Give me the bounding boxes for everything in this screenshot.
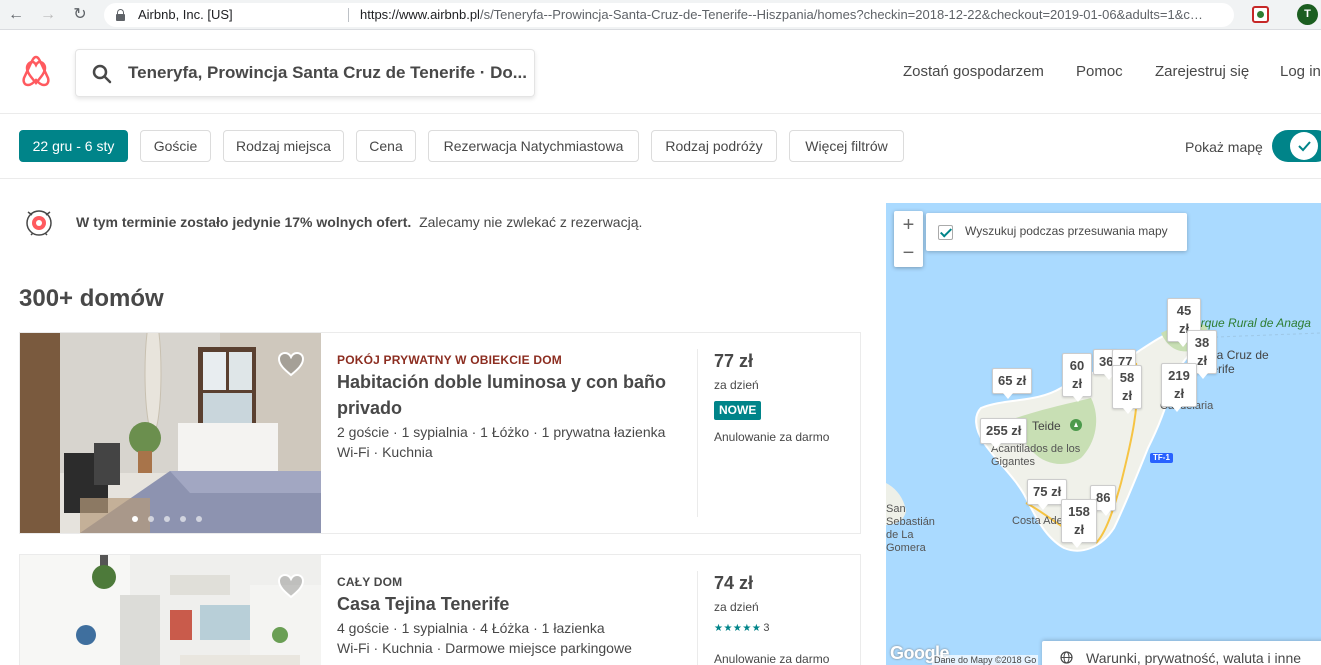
pagination-dot[interactable] bbox=[132, 516, 138, 522]
price-marker[interactable]: 60 zł bbox=[1062, 353, 1092, 402]
trip-type-filter-button[interactable]: Rodzaj podróży bbox=[651, 130, 777, 162]
listing-type: CAŁY DOM bbox=[337, 575, 403, 589]
new-badge: NOWE bbox=[714, 401, 762, 420]
pagination-dot[interactable] bbox=[164, 516, 170, 522]
price-unit: za dzień bbox=[714, 378, 759, 392]
free-cancellation: Anulowanie za darmo bbox=[714, 430, 830, 444]
extension-icon[interactable] bbox=[1252, 6, 1269, 23]
more-filters-button[interactable]: Więcej filtrów bbox=[789, 130, 904, 162]
listing-card[interactable]: CAŁY DOM Casa Tejina Tenerife 4 goście ·… bbox=[19, 554, 861, 665]
zoom-controls: + − bbox=[894, 211, 923, 267]
zoom-out-button[interactable]: − bbox=[894, 239, 923, 267]
map-panel[interactable]: Parque Rural de Anaga Santa Cruz de Tene… bbox=[886, 203, 1321, 665]
listing-card[interactable]: POKÓJ PRYWATNY W OBIEKCIE DOM Habitación… bbox=[19, 332, 861, 534]
site-identity: Airbnb, Inc. [US] bbox=[138, 7, 233, 22]
price-filter-button[interactable]: Cena bbox=[356, 130, 416, 162]
location-search[interactable]: Teneryfa, Prowincja Santa Cruz de Teneri… bbox=[75, 49, 535, 97]
reload-icon[interactable]: ↻ bbox=[70, 5, 90, 25]
price-unit: za dzień bbox=[714, 600, 759, 614]
price-marker[interactable]: 255 zł bbox=[980, 418, 1028, 449]
sign-up-link[interactable]: Zarejestruj się bbox=[1155, 63, 1249, 80]
pagination-dot[interactable] bbox=[148, 516, 154, 522]
terms-link[interactable]: Warunki, prywatność, waluta i inne bbox=[1086, 650, 1301, 665]
log-in-link[interactable]: Log in bbox=[1280, 63, 1321, 80]
profile-avatar[interactable]: T bbox=[1297, 4, 1318, 25]
browser-toolbar: ← → ↻ Airbnb, Inc. [US] https://www.airb… bbox=[0, 0, 1321, 30]
search-input[interactable]: Teneryfa, Prowincja Santa Cruz de Teneri… bbox=[128, 50, 528, 96]
rating-count: 3 bbox=[763, 622, 770, 634]
room-photo-image bbox=[20, 333, 321, 533]
map-label-san-sebastian: San Sebastián de La Gomera bbox=[886, 503, 935, 554]
pagination-dot[interactable] bbox=[180, 516, 186, 522]
url-path: /s/Teneryfa--Prowincja-Santa-Cruz-de-Ten… bbox=[479, 7, 1210, 22]
notice-text: Zalecamy nie zwlekać z rezerwacją. bbox=[419, 214, 643, 230]
map-copyright: Dane do Mapy ©2018 Go bbox=[932, 655, 1039, 665]
map-terms-footer[interactable]: Warunki, prywatność, waluta i inne bbox=[1042, 641, 1321, 665]
lock-icon bbox=[116, 9, 125, 21]
show-map-toggle[interactable] bbox=[1272, 130, 1321, 162]
road-badge-tf1: TF-1 bbox=[1150, 453, 1173, 463]
address-bar[interactable]: Airbnb, Inc. [US] https://www.airbnb.pl/… bbox=[104, 3, 1234, 27]
search-while-moving-control[interactable]: Wyszukuj podczas przesuwania mapy bbox=[926, 213, 1187, 251]
show-map-label: Pokaż mapę bbox=[1185, 139, 1263, 155]
help-link[interactable]: Pomoc bbox=[1076, 63, 1123, 80]
listing-photo[interactable] bbox=[20, 333, 321, 533]
become-host-link[interactable]: Zostań gospodarzem bbox=[903, 63, 1044, 80]
rating-stars-icon: ★★★★★ bbox=[714, 623, 762, 634]
url-separator bbox=[348, 8, 349, 22]
zoom-in-button[interactable]: + bbox=[894, 211, 923, 239]
back-icon[interactable]: ← bbox=[6, 5, 26, 25]
url-text[interactable]: https://www.airbnb.pl/s/Teneryfa--Prowin… bbox=[360, 3, 1210, 27]
map-label-teide: Teide bbox=[1032, 419, 1061, 433]
search-while-moving-label: Wyszukuj podczas przesuwania mapy bbox=[965, 224, 1168, 238]
price-divider bbox=[697, 349, 698, 517]
listing-price: 74 zł bbox=[714, 573, 754, 593]
check-icon bbox=[1298, 141, 1311, 152]
save-heart-icon[interactable] bbox=[277, 351, 305, 377]
price-marker[interactable]: 158 zł bbox=[1061, 499, 1097, 548]
dates-filter-button[interactable]: 22 gru - 6 sty bbox=[19, 130, 128, 162]
place-type-filter-button[interactable]: Rodzaj miejsca bbox=[223, 130, 344, 162]
results-count: 300+ domów bbox=[19, 285, 164, 312]
map-label-park: Parque Rural de Anaga bbox=[1186, 316, 1311, 330]
forward-icon[interactable]: → bbox=[38, 5, 58, 25]
listing-title[interactable]: Habitación doble luminosa y con baño pri… bbox=[337, 369, 687, 421]
alarm-clock-icon bbox=[26, 210, 52, 236]
map-island-shape bbox=[886, 324, 1321, 552]
airbnb-logo-icon[interactable] bbox=[20, 55, 52, 89]
listing-price: 77 zł bbox=[714, 351, 754, 371]
listing-details: 4 goście · 1 sypialnia · 4 Łóżka · 1 łaz… bbox=[337, 620, 605, 636]
free-cancellation: Anulowanie za darmo bbox=[714, 652, 830, 665]
room-photo-image bbox=[20, 555, 321, 665]
guests-filter-button[interactable]: Goście bbox=[140, 130, 211, 162]
globe-icon bbox=[1060, 651, 1073, 664]
listing-details: 2 goście · 1 sypialnia · 1 Łóżko · 1 pry… bbox=[337, 424, 666, 440]
search-icon bbox=[92, 64, 112, 84]
pagination-dot[interactable] bbox=[196, 516, 202, 522]
url-host: https://www.airbnb.pl bbox=[360, 7, 480, 22]
filter-bar: 22 gru - 6 sty Goście Rodzaj miejsca Cen… bbox=[0, 114, 1321, 179]
listing-amenities: Wi-Fi · Kuchnia · Darmowe miejsce parkin… bbox=[337, 640, 632, 656]
price-marker[interactable]: 219 zł bbox=[1161, 363, 1197, 412]
toggle-knob bbox=[1290, 132, 1318, 160]
rating: ★★★★★ 3 bbox=[714, 622, 769, 634]
price-marker[interactable]: 65 zł bbox=[992, 368, 1033, 399]
search-while-moving-checkbox[interactable] bbox=[938, 225, 953, 240]
site-header: Teneryfa, Prowincja Santa Cruz de Teneri… bbox=[0, 31, 1321, 114]
instant-book-filter-button[interactable]: Rezerwacja Natychmiastowa bbox=[428, 130, 639, 162]
map-label-acantilados: Acantilados de los Gigantes bbox=[991, 443, 1081, 468]
listing-amenities: Wi-Fi · Kuchnia bbox=[337, 444, 433, 460]
listing-photo[interactable] bbox=[20, 555, 321, 665]
notice-bold: W tym terminie zostało jedynie 17% wolny… bbox=[76, 214, 412, 230]
price-marker[interactable]: 58 zł bbox=[1112, 365, 1142, 414]
availability-notice: W tym terminie zostało jedynie 17% wolny… bbox=[76, 214, 642, 230]
listing-type: POKÓJ PRYWATNY W OBIEKCIE DOM bbox=[337, 353, 562, 367]
save-heart-icon[interactable] bbox=[277, 573, 305, 599]
listing-title[interactable]: Casa Tejina Tenerife bbox=[337, 591, 687, 617]
price-divider bbox=[697, 571, 698, 665]
